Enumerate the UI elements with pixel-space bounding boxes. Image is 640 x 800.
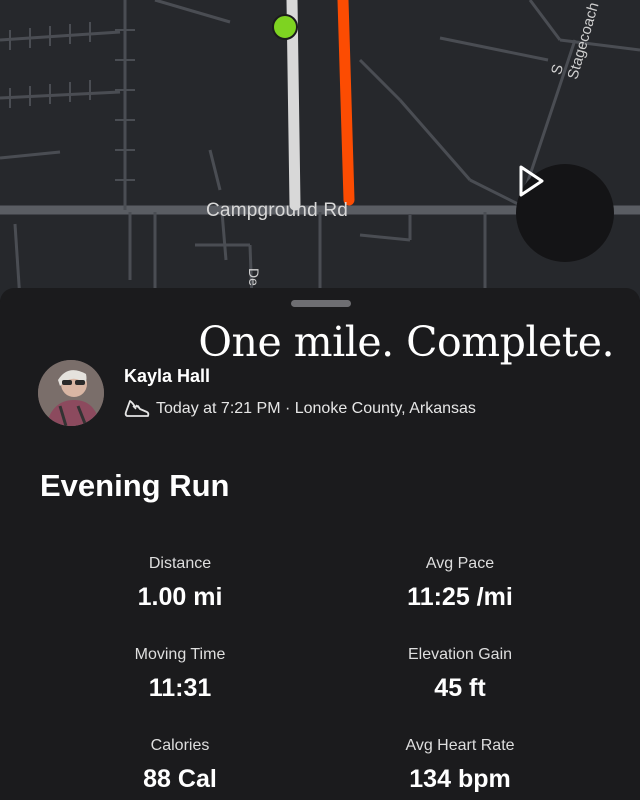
activity-title[interactable]: Evening Run: [40, 468, 229, 504]
drag-handle[interactable]: [291, 300, 351, 307]
stat-distance: Distance 1.00 mi: [40, 555, 320, 612]
stat-label: Elevation Gain: [407, 646, 513, 663]
stat-moving-time: Moving Time 11:31: [40, 646, 320, 703]
stat-value: 1.00 mi: [137, 583, 223, 611]
activity-sheet: One mile. Complete. Kayla Hall Today at …: [0, 288, 640, 800]
activity-meta: Today at 7:21 PM · Lonoke County, Arkans…: [124, 398, 476, 420]
stat-calories: Calories 88 Cal: [40, 737, 320, 794]
stat-label: Moving Time: [134, 646, 226, 663]
stat-label: Avg Pace: [425, 555, 495, 572]
play-icon: [519, 165, 544, 197]
stat-avg-heart-rate: Avg Heart Rate 134 bpm: [320, 737, 600, 794]
stat-avg-pace: Avg Pace 11:25 /mi: [320, 555, 600, 612]
activity-meta-text: Today at 7:21 PM · Lonoke County, Arkans…: [156, 400, 476, 417]
stat-label: Avg Heart Rate: [405, 737, 515, 754]
stat-value: 134 bpm: [409, 765, 511, 793]
athlete-name[interactable]: Kayla Hall: [124, 366, 210, 387]
road-label: Campground Rd: [206, 200, 349, 221]
route-map[interactable]: Campground Rd S Stagecoach De: [0, 0, 640, 300]
play-button[interactable]: [516, 164, 614, 262]
stat-label: Distance: [148, 555, 212, 572]
headline: One mile. Complete.: [198, 318, 614, 366]
shoe-icon: [124, 400, 150, 417]
stat-value: 45 ft: [434, 674, 486, 702]
stat-value: 11:25 /mi: [407, 583, 513, 611]
stat-label: Calories: [150, 737, 210, 754]
stat-value: 88 Cal: [143, 765, 217, 793]
stat-value: 11:31: [148, 674, 212, 702]
short-road-label: De: [246, 268, 262, 286]
stat-elevation-gain: Elevation Gain 45 ft: [320, 646, 600, 703]
start-marker: [272, 14, 298, 40]
avatar[interactable]: [38, 360, 104, 426]
